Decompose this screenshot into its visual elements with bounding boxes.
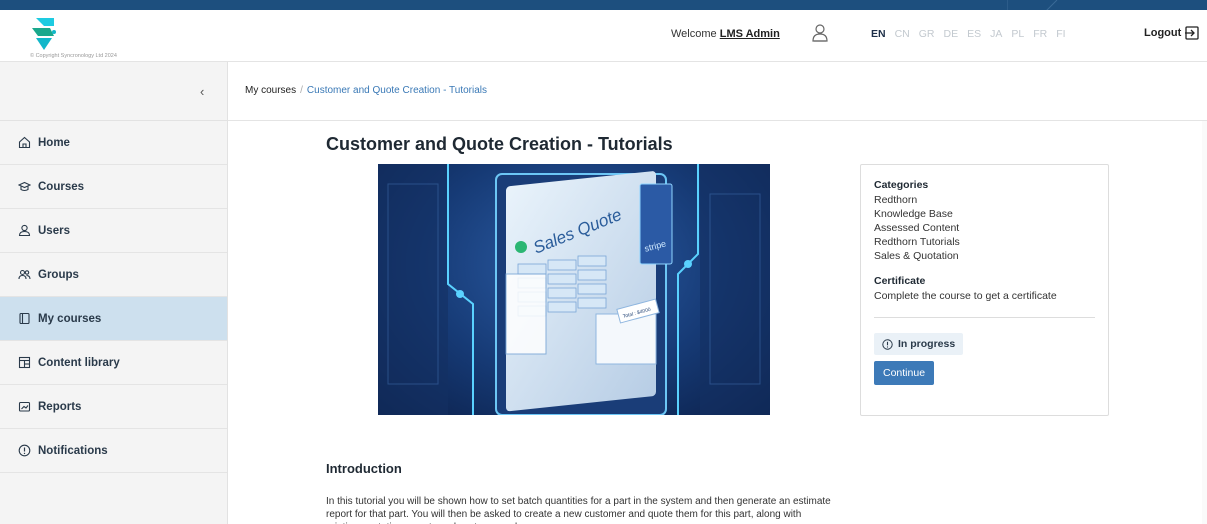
sidebar-item-label: Home bbox=[38, 136, 70, 149]
breadcrumb-separator: / bbox=[300, 85, 303, 96]
status-label: In progress bbox=[898, 338, 956, 350]
sidebar-item-content-library[interactable]: Content library bbox=[0, 341, 227, 385]
language-cn[interactable]: CN bbox=[895, 28, 910, 40]
course-image: Sales Quote stripe Total : $4000 bbox=[378, 164, 770, 415]
welcome-message: Welcome LMS Admin bbox=[671, 28, 780, 40]
sidebar-item-groups[interactable]: Groups bbox=[0, 253, 227, 297]
sidebar-item-courses[interactable]: Courses bbox=[0, 165, 227, 209]
course-info-card: Categories Redthorn Knowledge Base Asses… bbox=[860, 164, 1109, 416]
language-es[interactable]: ES bbox=[967, 28, 981, 40]
main-content: Customer and Quote Creation - Tutorials bbox=[228, 121, 1207, 524]
sidebar-item-label: Users bbox=[38, 224, 70, 237]
card-divider bbox=[874, 317, 1095, 318]
breadcrumb: My courses / Customer and Quote Creation -… bbox=[245, 85, 487, 96]
sidebar-item-reports[interactable]: Reports bbox=[0, 385, 227, 429]
continue-button[interactable]: Continue bbox=[874, 361, 935, 385]
info-icon bbox=[882, 338, 893, 350]
categories-section: Categories Redthorn Knowledge Base Asses… bbox=[874, 179, 1095, 263]
content-scrollbar[interactable] bbox=[1202, 121, 1207, 524]
category-item: Assessed Content bbox=[874, 222, 960, 234]
category-item: Knowledge Base bbox=[874, 208, 953, 220]
logout-button[interactable]: Logout bbox=[1144, 26, 1199, 40]
sidebar-item-label: My courses bbox=[38, 312, 102, 325]
groups-icon bbox=[18, 269, 31, 280]
alert-icon bbox=[18, 444, 31, 457]
library-icon bbox=[18, 356, 31, 369]
reports-icon bbox=[18, 401, 31, 412]
page-title: Customer and Quote Creation - Tutorials bbox=[326, 134, 673, 154]
certificate-heading: Certificate bbox=[874, 275, 926, 287]
logout-label: Logout bbox=[1144, 27, 1182, 39]
logout-icon bbox=[1185, 26, 1199, 40]
user-icon bbox=[18, 224, 31, 237]
user-profile-icon[interactable] bbox=[811, 23, 829, 43]
app-window: © Copyright Syncronology Ltd 2024 Welcom… bbox=[0, 10, 1207, 524]
book-icon bbox=[19, 312, 30, 325]
language-ja[interactable]: JA bbox=[990, 28, 1002, 40]
certificate-text: Complete the course to get a certificate bbox=[874, 290, 1057, 302]
sidebar-collapse-bar: ‹ bbox=[0, 62, 227, 121]
sidebar-item-notifications[interactable]: Notifications bbox=[0, 429, 227, 473]
courses-icon bbox=[18, 181, 31, 192]
breadcrumb-my-courses[interactable]: My courses bbox=[245, 85, 296, 96]
category-item: Sales & Quotation bbox=[874, 250, 959, 262]
sidebar: ‹ Home Courses Users Groups My courses C… bbox=[0, 62, 228, 524]
sidebar-item-label: Courses bbox=[38, 180, 85, 193]
copyright-text: © Copyright Syncronology Ltd 2024 bbox=[30, 53, 117, 59]
introduction-heading: Introduction bbox=[326, 461, 402, 476]
category-item: Redthorn bbox=[874, 194, 918, 206]
language-fr[interactable]: FR bbox=[1033, 28, 1047, 40]
course-illustration: Sales Quote stripe Total : $4000 bbox=[378, 164, 770, 415]
introduction-text: In this tutorial you will be shown how t… bbox=[326, 496, 831, 524]
categories-heading: Categories bbox=[874, 179, 929, 191]
syncronology-logo bbox=[32, 18, 56, 50]
sidebar-item-label: Content library bbox=[38, 356, 120, 369]
sidebar-item-home[interactable]: Home bbox=[0, 121, 227, 165]
language-pl[interactable]: PL bbox=[1011, 28, 1024, 40]
certificate-section: Certificate Complete the course to get a… bbox=[874, 275, 1095, 303]
welcome-prefix: Welcome bbox=[671, 28, 717, 40]
language-fi[interactable]: FI bbox=[1056, 28, 1065, 40]
user-name-link[interactable]: LMS Admin bbox=[720, 28, 780, 40]
language-de[interactable]: DE bbox=[944, 28, 959, 40]
category-item: Redthorn Tutorials bbox=[874, 236, 960, 248]
top-bar: © Copyright Syncronology Ltd 2024 Welcom… bbox=[0, 10, 1207, 62]
chevron-left-icon[interactable]: ‹ bbox=[200, 84, 204, 99]
status-badge: In progress bbox=[874, 333, 964, 355]
home-icon bbox=[18, 136, 31, 149]
sidebar-item-label: Reports bbox=[38, 400, 82, 413]
sidebar-item-users[interactable]: Users bbox=[0, 209, 227, 253]
sidebar-item-my-courses[interactable]: My courses bbox=[0, 297, 227, 341]
sidebar-item-label: Groups bbox=[38, 268, 79, 281]
breadcrumb-bar: My courses / Customer and Quote Creation -… bbox=[228, 62, 1207, 121]
language-en[interactable]: EN bbox=[871, 28, 886, 40]
breadcrumb-current[interactable]: Customer and Quote Creation - Tutorials bbox=[307, 85, 487, 96]
language-selector: EN CN GR DE ES JA PL FR FI bbox=[871, 28, 1075, 40]
language-gr[interactable]: GR bbox=[919, 28, 935, 40]
sidebar-item-label: Notifications bbox=[38, 444, 108, 457]
